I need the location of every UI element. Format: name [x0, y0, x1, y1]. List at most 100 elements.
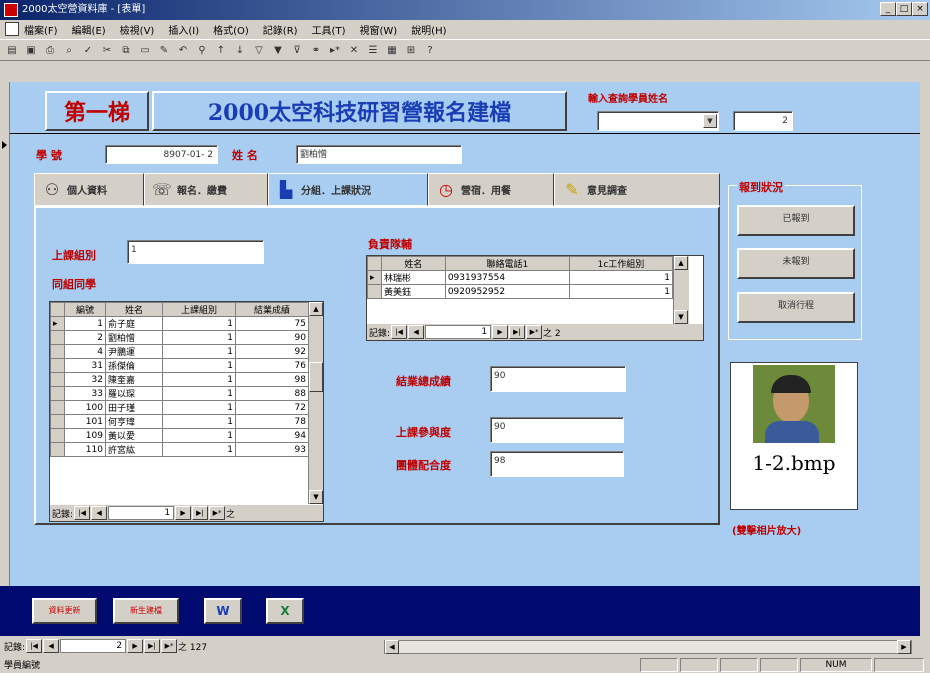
minimize-button[interactable]: _ — [880, 2, 896, 16]
menu-window[interactable]: 視窗(W) — [359, 22, 397, 37]
first-record-icon[interactable]: |◀ — [391, 325, 408, 339]
maximize-button[interactable]: □ — [896, 2, 912, 16]
new-student-button[interactable]: 新生建檔 — [113, 598, 179, 624]
record-number-field[interactable]: 1 — [425, 325, 492, 339]
record-selector[interactable] — [0, 82, 10, 587]
column-header-class[interactable]: 上課組別 — [161, 302, 236, 317]
tab-survey[interactable]: ✎ 意見調查 — [554, 173, 720, 206]
student-name-field[interactable]: 劉柏憎 — [296, 145, 462, 164]
new-object-icon[interactable]: ⊞ — [403, 42, 419, 58]
table-row[interactable]: 4 尹鵬運 1 92 — [50, 344, 310, 359]
column-header-phone[interactable]: 聯絡電話1 — [444, 256, 570, 271]
properties-icon[interactable]: ☰ — [365, 42, 381, 58]
format-painter-icon[interactable]: ✎ — [156, 42, 172, 58]
first-record-icon[interactable]: |◀ — [74, 506, 91, 520]
last-record-icon[interactable]: ▶| — [509, 325, 526, 339]
student-search-combobox[interactable]: ▼ — [597, 111, 719, 131]
menu-help[interactable]: 說明(H) — [411, 22, 446, 37]
column-header-name[interactable]: 姓名 — [381, 256, 446, 271]
column-header-workgroup[interactable]: 1c工作組別 — [568, 256, 674, 271]
record-number-field[interactable]: 1 — [108, 506, 175, 520]
tab-personal-info[interactable]: ⚇ 個人資料 — [34, 173, 144, 206]
column-header-name[interactable]: 姓名 — [104, 302, 163, 317]
table-row[interactable]: 31 孫傑倫 1 76 — [50, 358, 310, 373]
prev-record-icon[interactable]: ◀ — [408, 325, 425, 339]
menu-format[interactable]: 格式(O) — [213, 22, 249, 37]
menu-edit[interactable]: 編輯(E) — [72, 22, 106, 37]
student-photo-frame[interactable]: 1-2.bmp — [730, 362, 858, 510]
table-row[interactable]: ▸ 1 俞子庭 1 75 — [50, 316, 310, 331]
menu-insert[interactable]: 插入(I) — [168, 22, 199, 37]
column-header-score[interactable]: 結業成績 — [234, 302, 310, 317]
prev-record-icon[interactable]: ◀ — [91, 506, 108, 520]
new-record-icon[interactable]: ▸* — [327, 42, 343, 58]
horizontal-scrollbar[interactable]: ◀ ▶ — [384, 640, 912, 654]
class-group-field[interactable]: 1 — [127, 240, 264, 264]
record-number-field[interactable]: 2 — [60, 639, 127, 653]
chevron-down-icon[interactable]: ▼ — [703, 114, 717, 128]
sort-ascending-icon[interactable]: ↑ — [213, 42, 229, 58]
menu-tools[interactable]: 工具(T) — [312, 22, 346, 37]
menu-records[interactable]: 記錄(R) — [263, 22, 298, 37]
save-icon[interactable]: ▣ — [23, 42, 39, 58]
close-button[interactable]: × — [912, 2, 928, 16]
scroll-up-icon[interactable]: ▲ — [309, 302, 323, 316]
scroll-thumb[interactable] — [309, 362, 323, 392]
tab-registration-fees[interactable]: ☏ 報名．繳費 — [144, 173, 268, 206]
update-data-button[interactable]: 資料更新 — [32, 598, 97, 624]
menu-view[interactable]: 檢視(V) — [120, 22, 155, 37]
find-icon[interactable]: ⚭ — [308, 42, 324, 58]
print-preview-icon[interactable]: ⌕ — [61, 42, 77, 58]
count-field[interactable]: 2 — [733, 111, 793, 131]
spelling-icon[interactable]: ✓ — [80, 42, 96, 58]
scroll-down-icon[interactable]: ▼ — [674, 310, 688, 324]
not-checked-in-button[interactable]: 未報到 — [737, 248, 855, 279]
scroll-down-icon[interactable]: ▼ — [309, 490, 323, 504]
design-view-icon[interactable]: ▤ — [4, 42, 20, 58]
excel-icon[interactable]: X — [266, 598, 304, 624]
last-record-icon[interactable]: ▶| — [144, 639, 161, 653]
checked-in-button[interactable]: 已報到 — [737, 205, 855, 236]
table-row[interactable]: 2 劉柏憎 1 90 — [50, 330, 310, 345]
prev-record-icon[interactable]: ◀ — [43, 639, 60, 653]
cut-icon[interactable]: ✂ — [99, 42, 115, 58]
next-record-icon[interactable]: ▶ — [127, 639, 144, 653]
scroll-up-icon[interactable]: ▲ — [674, 256, 688, 270]
table-row[interactable]: ▸ 林瑞彬 0931937554 1 — [367, 270, 674, 285]
paste-icon[interactable]: ▭ — [137, 42, 153, 58]
undo-icon[interactable]: ↶ — [175, 42, 191, 58]
table-row[interactable]: 110 許宮紘 1 93 — [50, 442, 310, 457]
hyperlink-icon[interactable]: ⚲ — [194, 42, 210, 58]
table-row[interactable]: 109 黃以愛 1 94 — [50, 428, 310, 443]
filter-by-form-icon[interactable]: ▼ — [270, 42, 286, 58]
word-icon[interactable]: W — [204, 598, 242, 624]
tab-group-class-status[interactable]: ▙ 分組．上課狀況 — [268, 173, 428, 206]
delete-record-icon[interactable]: ✕ — [346, 42, 362, 58]
cancel-trip-button[interactable]: 取消行程 — [737, 292, 855, 323]
student-photo[interactable] — [753, 365, 835, 443]
next-record-icon[interactable]: ▶ — [492, 325, 509, 339]
form-vertical-scrollbar[interactable] — [920, 82, 930, 636]
counselor-scrollbar[interactable]: ▲ ▼ — [673, 256, 689, 324]
last-record-icon[interactable]: ▶| — [192, 506, 209, 520]
menu-file[interactable]: 檔案(F) — [24, 22, 58, 37]
sort-descending-icon[interactable]: ↓ — [232, 42, 248, 58]
new-record-nav-icon[interactable]: ▶* — [209, 506, 226, 520]
document-icon[interactable] — [5, 22, 19, 36]
final-score-field[interactable]: 90 — [490, 366, 626, 392]
filter-by-selection-icon[interactable]: ▽ — [251, 42, 267, 58]
new-record-nav-icon[interactable]: ▶* — [526, 325, 543, 339]
scroll-right-icon[interactable]: ▶ — [897, 640, 911, 654]
table-row[interactable]: 101 何亨瑋 1 78 — [50, 414, 310, 429]
print-icon[interactable]: ⎙ — [42, 42, 58, 58]
teamwork-field[interactable]: 98 — [490, 451, 624, 477]
classmates-scrollbar[interactable]: ▲ ▼ — [308, 302, 323, 504]
table-row[interactable]: 32 陳奎嘉 1 98 — [50, 372, 310, 387]
student-id-field[interactable]: 8907-01- 2 — [105, 145, 218, 164]
column-header-id[interactable]: 編號 — [64, 302, 106, 317]
apply-filter-icon[interactable]: ⊽ — [289, 42, 305, 58]
scroll-left-icon[interactable]: ◀ — [385, 640, 399, 654]
table-row[interactable]: 黃美鈺 0920952952 1 — [367, 284, 674, 299]
new-record-nav-icon[interactable]: ▶* — [161, 639, 178, 653]
tab-lodging-meals[interactable]: ◷ 營宿．用餐 — [428, 173, 554, 206]
